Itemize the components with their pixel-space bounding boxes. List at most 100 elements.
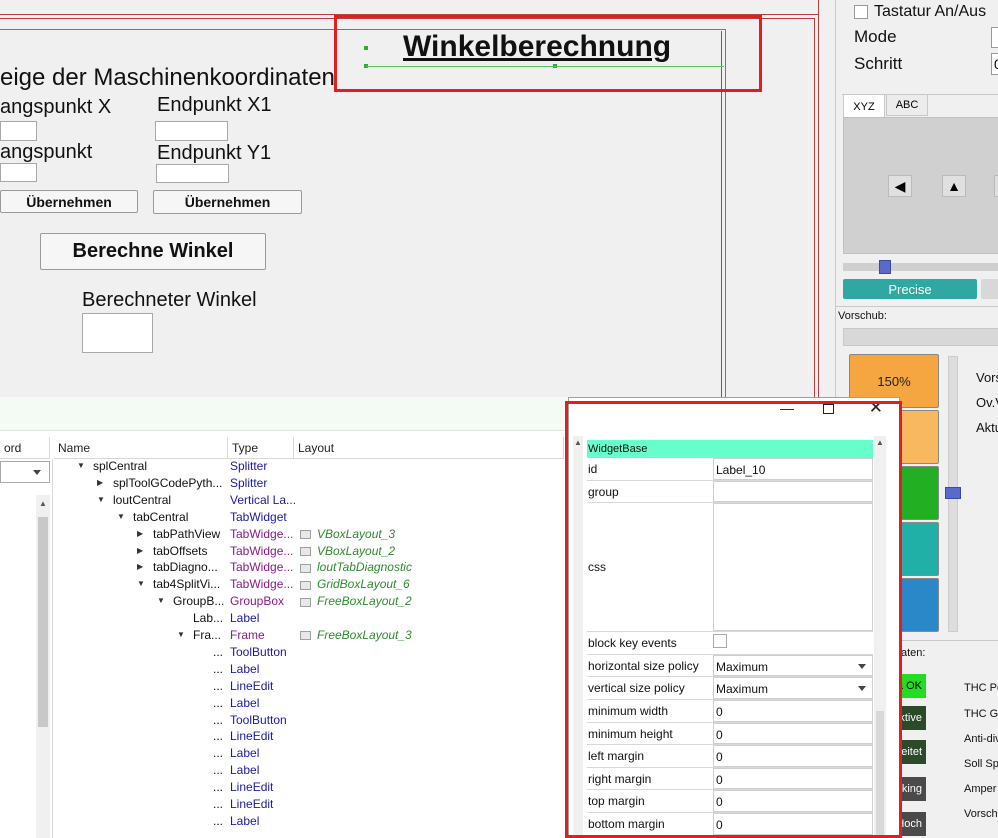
expand-down-icon[interactable]: ▼	[117, 512, 125, 521]
tree-item-name[interactable]: splToolGCodePyth...	[113, 476, 222, 490]
end-y-input[interactable]	[156, 164, 229, 183]
tree-row[interactable]: ... Label	[0, 813, 560, 830]
thc-label-6: Vorsch	[964, 808, 998, 820]
apply-left-button[interactable]: Übernehmen	[0, 190, 138, 213]
expand-down-icon[interactable]: ▼	[137, 579, 145, 588]
tab-abc[interactable]: ABC	[886, 94, 928, 116]
tree-row[interactable]: ▼ tabCentral TabWidget	[0, 509, 560, 526]
tree-item-name[interactable]: tabOffsets	[153, 544, 207, 558]
expand-right-icon[interactable]: ▶	[137, 546, 143, 555]
tree-item-name[interactable]: tabDiagno...	[153, 560, 218, 574]
tree-row[interactable]: ▶ tabPathView TabWidge... VBoxLayout_3	[0, 526, 560, 543]
tree-row[interactable]: ... Label	[0, 695, 560, 712]
tree-item-name[interactable]: ...	[213, 763, 223, 777]
mode-label: Mode	[854, 27, 897, 46]
tree-item-name[interactable]: ...	[213, 679, 223, 693]
side-label-3: Aktu	[976, 420, 998, 435]
tree-item-layout-label: VBoxLayout_3	[317, 526, 396, 541]
expand-down-icon[interactable]: ▼	[97, 495, 105, 504]
start-y-input[interactable]	[0, 163, 37, 182]
expand-right-icon[interactable]: ▶	[137, 529, 143, 538]
start-x-input[interactable]	[0, 121, 37, 141]
tree-row[interactable]: ▶ tabOffsets TabWidge... VBoxLayout_2	[0, 543, 560, 560]
tree-item-name[interactable]: Fra...	[193, 628, 221, 642]
precise-button[interactable]: Precise	[843, 279, 977, 299]
tree-item-name[interactable]: ...	[213, 746, 223, 760]
tree-item-name[interactable]: tabPathView	[153, 527, 220, 541]
mode-select[interactable]	[991, 27, 998, 48]
end-x-input[interactable]	[155, 121, 228, 141]
step-label: Schritt	[854, 54, 903, 73]
thc-label-5: Amper	[964, 783, 997, 795]
jog-speed-handle[interactable]	[879, 260, 891, 274]
tree-row[interactable]: ▼ Fra... Frame FreeBoxLayout_3	[0, 627, 560, 644]
tree-row[interactable]: ... Label	[0, 745, 560, 762]
tree-row[interactable]: ... LineEdit	[0, 728, 560, 745]
jog-speed-slider[interactable]	[843, 260, 998, 274]
col-header-order[interactable]: ord	[0, 437, 50, 459]
keyboard-toggle-checkbox[interactable]	[854, 5, 868, 19]
expand-down-icon[interactable]: ▼	[177, 630, 185, 639]
tree-item-type: LineEdit	[230, 780, 274, 795]
tree-row[interactable]: ... ToolButton	[0, 712, 560, 729]
override-slider[interactable]	[945, 356, 961, 632]
rapid-button[interactable]	[981, 279, 998, 299]
tree-row[interactable]: ... LineEdit	[0, 678, 560, 695]
col-header-layout[interactable]: Layout	[294, 437, 564, 459]
override-slider-handle[interactable]	[945, 487, 961, 499]
screen: Winkelberechnung eige der Maschinenkoord…	[0, 0, 998, 838]
layout-icon	[300, 631, 311, 641]
jog-up-icon[interactable]: ▲	[942, 175, 966, 197]
expand-down-icon[interactable]: ▼	[157, 596, 165, 605]
tree-item-name[interactable]: ...	[213, 696, 223, 710]
tree-row[interactable]: ▼ splCentral Splitter	[0, 458, 560, 475]
tree-row[interactable]: ▶ tabDiagno... TabWidge... loutTabDiagnosti…	[0, 559, 560, 576]
tree-item-name[interactable]: splCentral	[93, 459, 147, 473]
jog-right-icon[interactable]	[994, 175, 998, 197]
apply-right-button[interactable]: Übernehmen	[153, 190, 302, 214]
result-output[interactable]	[82, 313, 153, 353]
tree-row[interactable]: Lab... Label	[0, 610, 560, 627]
expand-right-icon[interactable]: ▶	[137, 562, 143, 571]
tree-item-name[interactable]: ...	[213, 780, 223, 794]
tree-item-name[interactable]: ...	[213, 662, 223, 676]
tree-item-name[interactable]: ...	[213, 713, 223, 727]
tree-item-name[interactable]: ...	[213, 797, 223, 811]
layout-icon	[300, 563, 311, 573]
tree-item-name[interactable]: GroupB...	[173, 594, 224, 608]
tree-item-layout-label: loutTabDiagnostic	[317, 560, 412, 575]
tree-row[interactable]: ... LineEdit	[0, 779, 560, 796]
tree-row[interactable]: ... Label	[0, 762, 560, 779]
tree-item-name[interactable]: ...	[213, 814, 223, 828]
tree-item-layout: FreeBoxLayout_2	[300, 594, 412, 608]
layout-icon	[300, 546, 311, 556]
jog-left-icon[interactable]: ◀	[888, 175, 912, 197]
tree-row[interactable]: ▼ tab4SplitVi... TabWidge... GridBoxLayout_…	[0, 576, 560, 593]
tree-item-name[interactable]: loutCentral	[113, 493, 171, 507]
tree-item-type: Splitter	[230, 475, 268, 490]
end-y-label: Endpunkt Y1	[157, 142, 272, 164]
step-input[interactable]: 0	[991, 53, 998, 75]
expand-down-icon[interactable]: ▼	[77, 461, 85, 470]
tree-item-name[interactable]: ...	[213, 645, 223, 659]
side-label-2: Ov.V	[976, 395, 998, 410]
col-header-type[interactable]: Type	[228, 437, 294, 459]
tree-item-type: GroupBox	[230, 594, 285, 609]
section-heading: eige der Maschinenkoordinaten	[0, 64, 335, 91]
expand-right-icon[interactable]: ▶	[97, 478, 103, 487]
tab-xyz[interactable]: XYZ	[843, 94, 885, 118]
tree-item-name[interactable]: tabCentral	[133, 510, 188, 524]
tree-item-name[interactable]: Lab...	[193, 611, 223, 625]
tree-row[interactable]: ... LineEdit	[0, 796, 560, 813]
tree-row[interactable]: ▼ GroupB... GroupBox FreeBoxLayout_2	[0, 593, 560, 610]
tree-item-name[interactable]: tab4SplitVi...	[153, 577, 220, 591]
tree-item-name[interactable]: ...	[213, 729, 223, 743]
tree-row[interactable]: ... Label	[0, 661, 560, 678]
col-header-name[interactable]: Name	[54, 437, 228, 459]
tree-row[interactable]: ▼ loutCentral Vertical La...	[0, 492, 560, 509]
tree-item-type: Frame	[230, 628, 265, 642]
highlight-properties	[565, 401, 902, 838]
tree-row[interactable]: ... ToolButton	[0, 644, 560, 661]
tree-row[interactable]: ▶ splToolGCodePyth... Splitter	[0, 475, 560, 492]
calculate-angle-button[interactable]: Berechne Winkel	[40, 233, 266, 270]
